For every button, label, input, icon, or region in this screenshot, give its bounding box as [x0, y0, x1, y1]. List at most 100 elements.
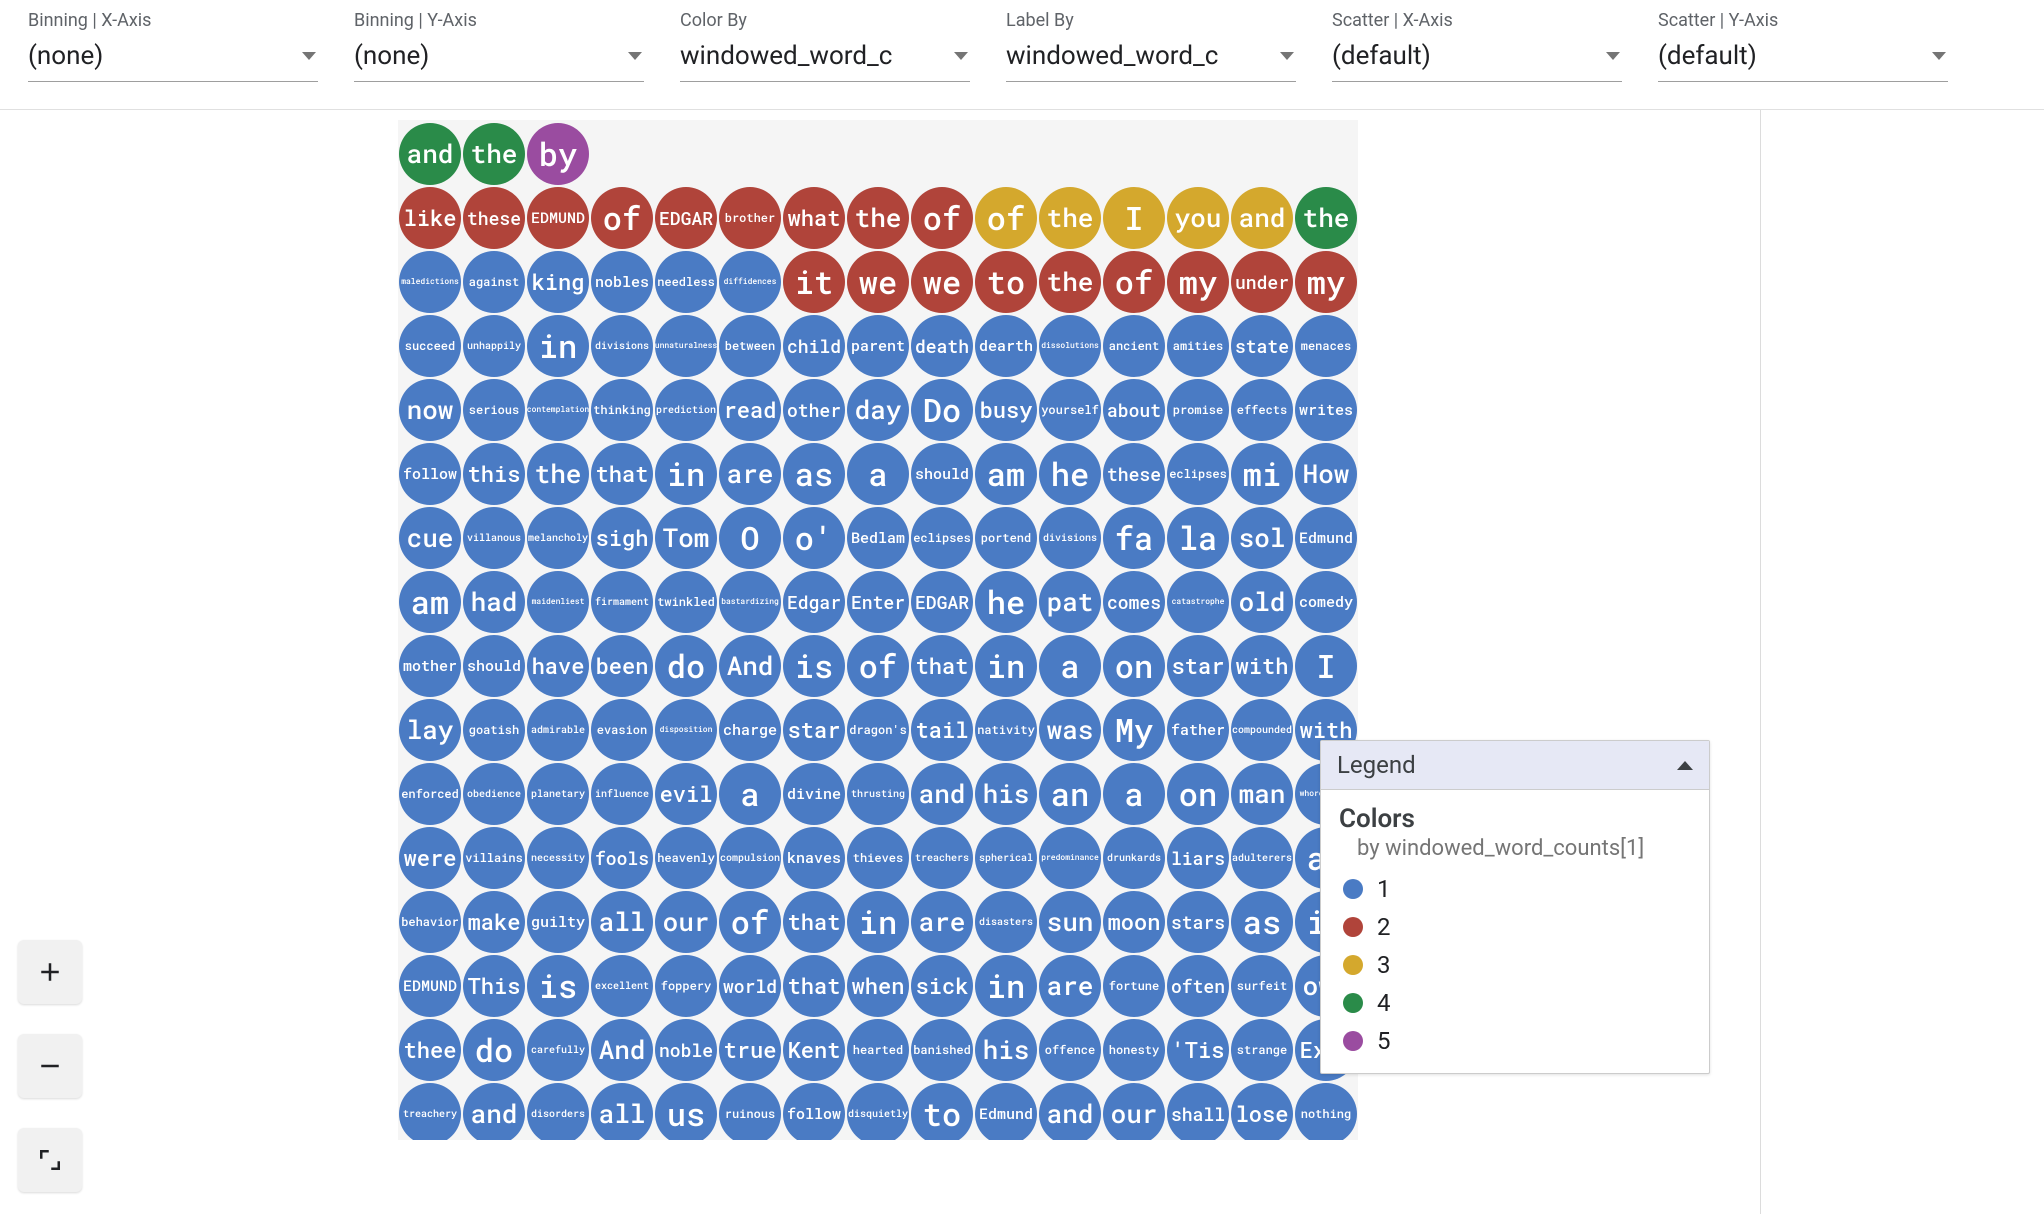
data-dot[interactable]: do: [463, 1019, 525, 1081]
data-dot[interactable]: is: [527, 955, 589, 1017]
data-dot[interactable]: a: [1103, 763, 1165, 825]
zoom-reset-button[interactable]: [18, 1128, 82, 1192]
data-dot[interactable]: disposition: [655, 699, 717, 761]
data-dot[interactable]: follow: [783, 1083, 845, 1140]
data-dot[interactable]: portend: [975, 507, 1037, 569]
data-dot[interactable]: EDGAR: [911, 571, 973, 633]
data-dot[interactable]: Edgar: [783, 571, 845, 633]
zoom-in-button[interactable]: [18, 940, 82, 1004]
data-dot[interactable]: obedience: [463, 763, 525, 825]
data-dot[interactable]: death: [911, 315, 973, 377]
data-dot[interactable]: influence: [591, 763, 653, 825]
data-dot[interactable]: Tom: [655, 507, 717, 569]
data-dot[interactable]: dragon's: [847, 699, 909, 761]
data-dot[interactable]: we: [911, 251, 973, 313]
data-dot[interactable]: cue: [399, 507, 461, 569]
data-dot[interactable]: mother: [399, 635, 461, 697]
data-dot[interactable]: behavior: [399, 891, 461, 953]
legend-item[interactable]: 3: [1343, 951, 1691, 979]
data-dot[interactable]: of: [975, 187, 1037, 249]
data-dot[interactable]: treachery: [399, 1083, 461, 1140]
data-dot[interactable]: sick: [911, 955, 973, 1017]
data-dot[interactable]: and: [463, 1083, 525, 1140]
data-dot[interactable]: ruinous: [719, 1083, 781, 1140]
data-dot[interactable]: of: [1103, 251, 1165, 313]
data-dot[interactable]: Bedlam: [847, 507, 909, 569]
data-dot[interactable]: o': [783, 507, 845, 569]
data-dot[interactable]: nobles: [591, 251, 653, 313]
data-dot[interactable]: ancient: [1103, 315, 1165, 377]
data-dot[interactable]: and: [1231, 187, 1293, 249]
dropdown-value-row[interactable]: (none): [28, 37, 318, 82]
data-dot[interactable]: Kent: [783, 1019, 845, 1081]
data-dot[interactable]: with: [1231, 635, 1293, 697]
data-dot[interactable]: Edmund: [975, 1083, 1037, 1140]
data-dot[interactable]: have: [527, 635, 589, 697]
data-dot[interactable]: EDMUND: [399, 955, 461, 1017]
data-dot[interactable]: pat: [1039, 571, 1101, 633]
data-dot[interactable]: between: [719, 315, 781, 377]
data-dot[interactable]: How: [1295, 443, 1357, 505]
data-dot[interactable]: thinking: [591, 379, 653, 441]
data-dot[interactable]: star: [1167, 635, 1229, 697]
data-dot[interactable]: that: [911, 635, 973, 697]
data-dot[interactable]: true: [719, 1019, 781, 1081]
data-dot[interactable]: writes: [1295, 379, 1357, 441]
data-dot[interactable]: carefully: [527, 1019, 589, 1081]
dropdown-value-row[interactable]: (default): [1658, 37, 1948, 82]
data-dot[interactable]: banished: [911, 1019, 973, 1081]
dropdown-value-row[interactable]: (default): [1332, 37, 1622, 82]
data-dot[interactable]: and: [1039, 1083, 1101, 1140]
data-dot[interactable]: am: [975, 443, 1037, 505]
data-dot[interactable]: spherical: [975, 827, 1037, 889]
binning-y-dropdown[interactable]: Binning | Y-Axis (none): [354, 10, 644, 82]
data-dot[interactable]: were: [399, 827, 461, 889]
data-dot[interactable]: king: [527, 251, 589, 313]
data-dot[interactable]: follow: [399, 443, 461, 505]
data-dot[interactable]: compounded: [1231, 699, 1293, 761]
data-dot[interactable]: comes: [1103, 571, 1165, 633]
data-dot[interactable]: disasters: [975, 891, 1037, 953]
data-dot[interactable]: us: [655, 1083, 717, 1140]
data-dot[interactable]: noble: [655, 1019, 717, 1081]
data-dot[interactable]: knaves: [783, 827, 845, 889]
data-dot[interactable]: all: [591, 891, 653, 953]
data-dot[interactable]: these: [1103, 443, 1165, 505]
data-dot[interactable]: busy: [975, 379, 1037, 441]
data-dot[interactable]: moon: [1103, 891, 1165, 953]
data-dot[interactable]: lay: [399, 699, 461, 761]
data-dot[interactable]: twinkled: [655, 571, 717, 633]
data-dot[interactable]: unnaturalness: [655, 315, 717, 377]
data-dot[interactable]: these: [463, 187, 525, 249]
data-dot[interactable]: And: [719, 635, 781, 697]
data-dot[interactable]: do: [655, 635, 717, 697]
data-dot[interactable]: he: [975, 571, 1037, 633]
data-dot[interactable]: the: [1295, 187, 1357, 249]
data-dot[interactable]: sigh: [591, 507, 653, 569]
data-dot[interactable]: compulsion: [719, 827, 781, 889]
data-dot[interactable]: divine: [783, 763, 845, 825]
data-dot[interactable]: the: [1039, 187, 1101, 249]
data-dot[interactable]: and: [399, 123, 461, 185]
data-dot[interactable]: are: [1039, 955, 1101, 1017]
data-dot[interactable]: catastrophe: [1167, 571, 1229, 633]
data-dot[interactable]: star: [783, 699, 845, 761]
data-dot[interactable]: yourself: [1039, 379, 1101, 441]
data-dot[interactable]: other: [783, 379, 845, 441]
data-dot[interactable]: shall: [1167, 1083, 1229, 1140]
data-dot[interactable]: you: [1167, 187, 1229, 249]
legend-item[interactable]: 4: [1343, 989, 1691, 1017]
data-dot[interactable]: planetary: [527, 763, 589, 825]
data-dot[interactable]: the: [527, 443, 589, 505]
data-dot[interactable]: predominance: [1039, 827, 1101, 889]
data-dot[interactable]: to: [975, 251, 1037, 313]
data-dot[interactable]: should: [463, 635, 525, 697]
data-dot[interactable]: villanous: [463, 507, 525, 569]
data-dot[interactable]: surfeit: [1231, 955, 1293, 1017]
data-dot[interactable]: nativity: [975, 699, 1037, 761]
data-dot[interactable]: This: [463, 955, 525, 1017]
data-dot[interactable]: is: [783, 635, 845, 697]
data-dot[interactable]: the: [847, 187, 909, 249]
data-dot[interactable]: goatish: [463, 699, 525, 761]
data-dot[interactable]: against: [463, 251, 525, 313]
